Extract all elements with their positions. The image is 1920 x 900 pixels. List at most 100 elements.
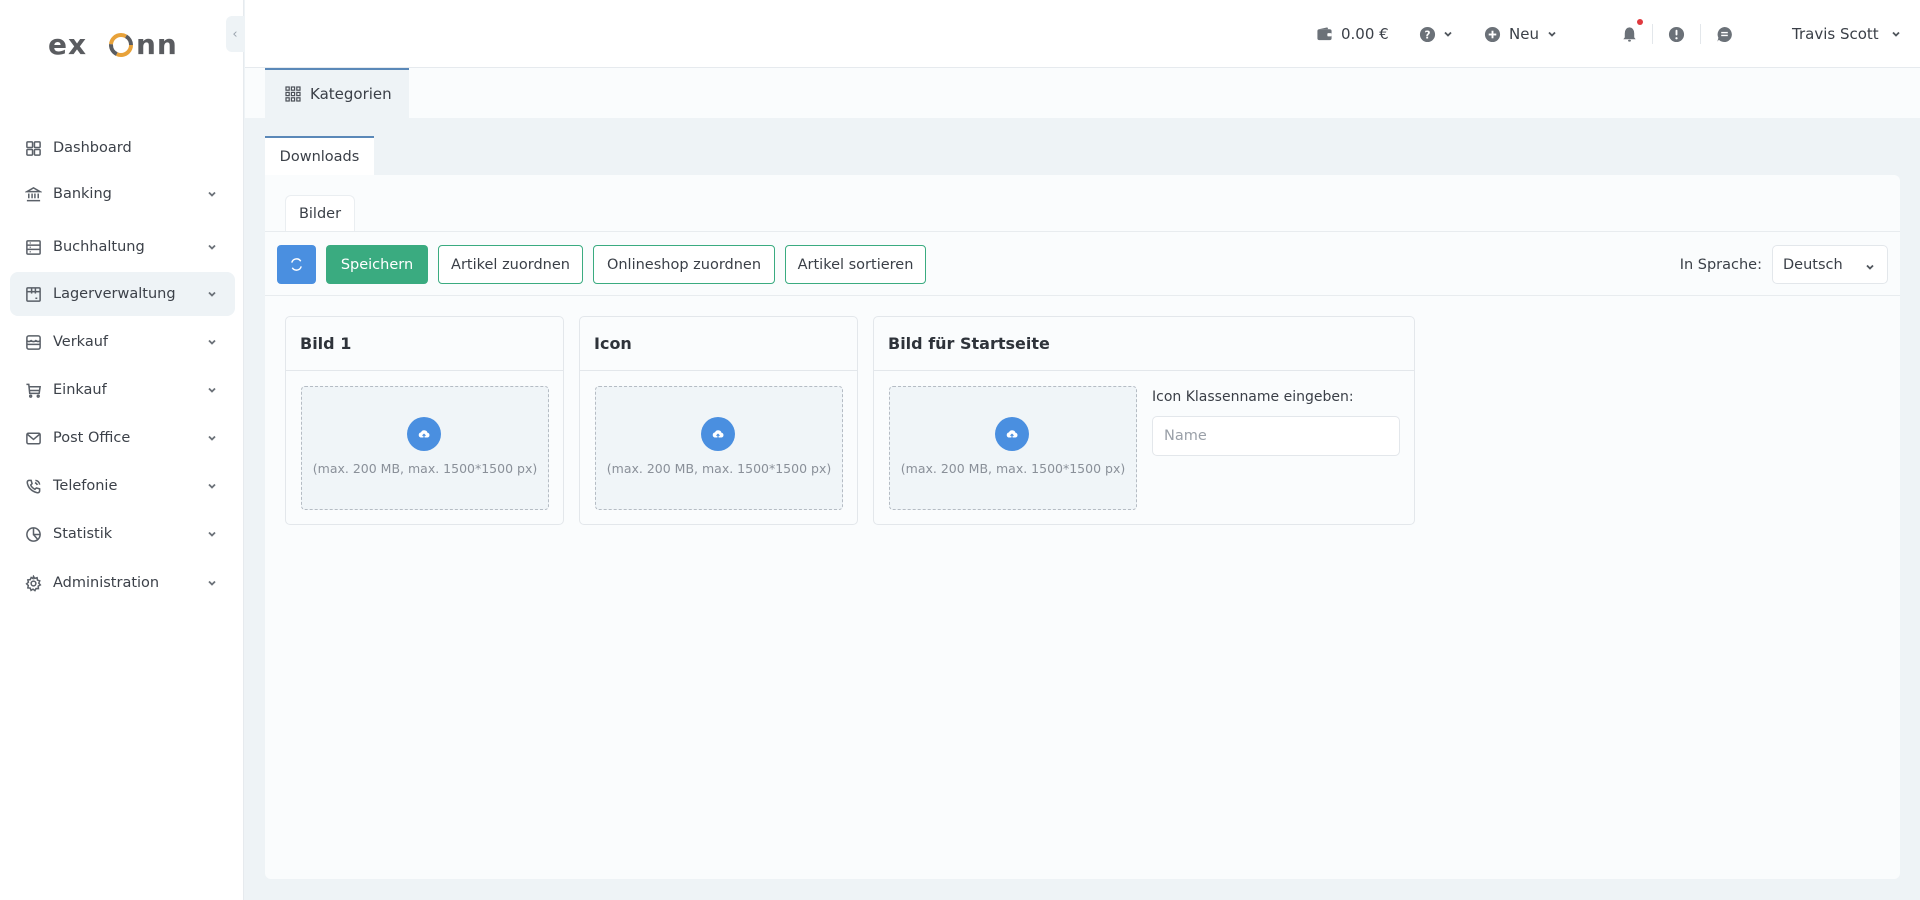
divider <box>265 231 1900 232</box>
user-name: Travis Scott <box>1792 25 1879 43</box>
bank-icon <box>24 185 42 203</box>
ledger-icon <box>24 238 42 256</box>
store-icon <box>24 333 42 351</box>
sidebar-item-label: Buchhaltung <box>53 239 145 255</box>
sort-articles-button[interactable]: Artikel sortieren <box>785 245 926 284</box>
sidebar-item-telefonie[interactable]: Telefonie <box>10 464 235 508</box>
sidebar-item-administration[interactable]: Administration <box>10 561 235 605</box>
dashboard-icon <box>24 139 42 157</box>
divider <box>265 295 1900 296</box>
chevron-down-icon <box>207 289 221 299</box>
sidebar-item-post-office[interactable]: Post Office <box>10 416 235 460</box>
wallet-icon <box>1316 26 1333 43</box>
chevron-left-icon: ‹ <box>232 26 238 42</box>
pie-chart-icon <box>24 525 42 543</box>
language-select[interactable]: Deutsch <box>1772 245 1888 284</box>
chevron-down-icon <box>207 529 221 539</box>
bell-icon <box>1621 26 1638 43</box>
warehouse-icon <box>24 285 42 303</box>
new-label: Neu <box>1509 25 1539 43</box>
sidebar-item-dashboard[interactable]: Dashboard <box>10 126 235 170</box>
plus-circle-icon <box>1484 26 1501 43</box>
tab-bilder[interactable]: Bilder <box>285 195 355 232</box>
balance-amount: 0.00 € <box>1341 25 1389 43</box>
upload-hint: (max. 200 MB, max. 1500*1500 px) <box>312 461 538 476</box>
page-tab-bar: Kategorien <box>245 68 1920 118</box>
chevron-down-icon <box>207 433 221 443</box>
upload-hint: (max. 200 MB, max. 1500*1500 px) <box>606 461 832 476</box>
chevron-down-icon <box>207 385 221 395</box>
tab-label: Bilder <box>298 206 342 222</box>
chat-icon <box>1716 26 1733 43</box>
chevron-down-icon <box>1443 29 1453 39</box>
upload-hint: (max. 200 MB, max. 1500*1500 px) <box>900 461 1126 476</box>
save-button[interactable]: Speichern <box>326 245 428 284</box>
image-dropzone[interactable]: (max. 200 MB, max. 1500*1500 px) <box>889 386 1137 510</box>
user-menu[interactable]: Travis Scott <box>1792 0 1901 68</box>
help-icon: ? <box>1419 26 1436 43</box>
grid-icon <box>285 86 301 102</box>
exonn-logo[interactable]: ex nn <box>48 28 198 62</box>
sidebar-item-verkauf[interactable]: Verkauf <box>10 320 235 364</box>
icon-classname-input[interactable] <box>1152 416 1400 456</box>
chevron-down-icon <box>1891 29 1901 39</box>
topbar: 0.00 € ? Neu Travis Scott <box>245 0 1920 68</box>
sidebar-item-statistik[interactable]: Statistik <box>10 512 235 556</box>
tab-label: Kategorien <box>310 85 392 103</box>
svg-text:nn: nn <box>136 28 178 61</box>
help-menu[interactable]: ? <box>1419 0 1453 68</box>
sidebar-item-label: Lagerverwaltung <box>53 286 176 302</box>
sidebar-item-einkauf[interactable]: Einkauf <box>10 368 235 412</box>
language-value: Deutsch <box>1783 256 1843 273</box>
refresh-icon <box>291 258 302 271</box>
tab-downloads[interactable]: Downloads <box>265 136 374 176</box>
gear-icon <box>24 574 42 592</box>
cloud-upload-icon <box>407 417 441 451</box>
wallet-balance[interactable]: 0.00 € <box>1316 0 1389 68</box>
language-label: In Sprache: <box>1679 256 1762 273</box>
divider <box>1652 24 1653 44</box>
image-dropzone[interactable]: (max. 200 MB, max. 1500*1500 px) <box>301 386 549 510</box>
cart-icon <box>24 381 42 399</box>
icon-classname-label: Icon Klassenname eingeben: <box>1152 389 1354 405</box>
notification-badge <box>1637 19 1643 25</box>
tab-label: Downloads <box>279 149 360 165</box>
sidebar-item-label: Einkauf <box>53 382 107 398</box>
sidebar-item-label: Banking <box>53 186 112 202</box>
notifications-button[interactable] <box>1621 0 1638 68</box>
sidebar-item-label: Telefonie <box>53 478 118 494</box>
card-title: Bild für Startseite <box>874 317 1414 371</box>
phone-icon <box>24 477 42 495</box>
chevron-down-icon <box>1865 260 1875 276</box>
card-title: Bild 1 <box>286 317 563 371</box>
sidebar-item-buchhaltung[interactable]: Buchhaltung <box>10 225 235 269</box>
messages-button[interactable] <box>1716 0 1733 68</box>
alerts-button[interactable] <box>1668 0 1685 68</box>
cloud-upload-icon <box>701 417 735 451</box>
sidebar-item-label: Statistik <box>53 526 113 542</box>
assign-articles-button[interactable]: Artikel zuordnen <box>438 245 583 284</box>
svg-text:ex: ex <box>48 28 87 61</box>
image-card-bild-1: Bild 1 (max. 200 MB, max. 1500*1500 px) <box>285 316 564 525</box>
sidebar-item-label: Administration <box>53 575 160 591</box>
sidebar-item-label: Verkauf <box>53 334 108 350</box>
svg-text:?: ? <box>1424 29 1430 41</box>
chevron-down-icon <box>207 242 221 252</box>
refresh-button[interactable] <box>277 245 316 284</box>
downloads-panel: Bilder Speichern Artikel zuordnen Online… <box>265 175 1900 879</box>
tab-kategorien[interactable]: Kategorien <box>265 68 409 118</box>
sidebar-item-label: Dashboard <box>53 140 132 156</box>
card-title: Icon <box>580 317 857 371</box>
collapse-sidebar-button[interactable]: ‹ <box>226 16 244 52</box>
assign-onlineshop-button[interactable]: Onlineshop zuordnen <box>593 245 775 284</box>
image-card-icon: Icon (max. 200 MB, max. 1500*1500 px) <box>579 316 858 525</box>
chevron-down-icon <box>207 578 221 588</box>
image-dropzone[interactable]: (max. 200 MB, max. 1500*1500 px) <box>595 386 843 510</box>
image-card-startseite: Bild für Startseite (max. 200 MB, max. 1… <box>873 316 1415 525</box>
new-menu[interactable]: Neu <box>1484 0 1557 68</box>
sidebar-item-banking[interactable]: Banking <box>10 172 235 216</box>
divider <box>1700 24 1701 44</box>
sidebar-item-lagerverwaltung[interactable]: Lagerverwaltung <box>10 272 235 316</box>
exclamation-circle-icon <box>1668 26 1685 43</box>
sidebar-item-label: Post Office <box>53 430 131 446</box>
